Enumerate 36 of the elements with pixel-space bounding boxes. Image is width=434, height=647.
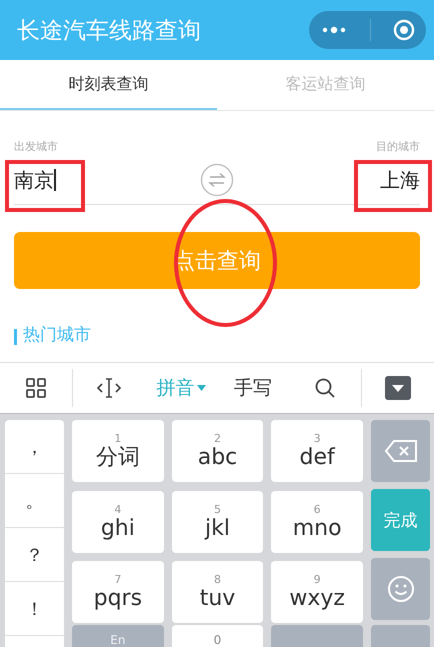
search-icon[interactable] — [314, 377, 336, 399]
backspace-icon — [384, 439, 418, 463]
keyboard-key[interactable]: 6 mno — [271, 490, 363, 553]
tab[interactable]: 时刻表查询 — [0, 60, 217, 110]
destination-city-field[interactable]: 上海 — [380, 166, 420, 194]
keyboard-key[interactable]: 0 — [172, 625, 264, 647]
departure-city-field[interactable]: 南京 — [14, 166, 56, 194]
keyboard-key[interactable]: 7 pqrs — [72, 561, 164, 624]
hide-keyboard-icon[interactable] — [385, 376, 411, 400]
keyboard-key[interactable]: 2 abc — [172, 420, 264, 482]
emoji-key[interactable] — [371, 558, 430, 620]
cursor-icon[interactable] — [96, 377, 122, 399]
keyboard-key[interactable]: 1 分词 — [72, 420, 164, 482]
keyboard-key[interactable]: 9 wxyz — [271, 561, 363, 624]
field-label: 出发城市 — [14, 139, 58, 154]
punctuation-key[interactable]: ？ — [5, 528, 64, 582]
keyboard-key[interactable]: 3 def — [271, 420, 363, 482]
capsule-menu[interactable] — [309, 11, 426, 49]
input-mode-tab[interactable]: 手写 — [234, 375, 272, 401]
keyboard-key[interactable]: 4 ghi — [72, 490, 164, 553]
punctuation-key[interactable]: ， — [5, 420, 64, 474]
keyboard-key[interactable]: 8 tuv — [172, 561, 264, 624]
keyboard-key[interactable]: 5 jkl — [172, 490, 264, 553]
more-icon[interactable] — [320, 25, 348, 35]
dropdown-caret-icon[interactable] — [196, 385, 206, 391]
window-title: 长途汽车线路查询 — [17, 16, 201, 46]
section-heading: 热门城市 — [23, 325, 91, 345]
heading-bar-icon — [14, 328, 17, 344]
field-label: 目的城市 — [376, 139, 420, 154]
swap-icon[interactable] — [200, 163, 234, 197]
punctuation-key[interactable]: ！ — [5, 582, 64, 636]
backspace-key[interactable] — [371, 420, 430, 482]
close-target-icon[interactable] — [393, 19, 415, 41]
smiley-icon — [386, 575, 414, 603]
grid-icon[interactable] — [25, 377, 47, 399]
punctuation-key[interactable]: 。 — [5, 474, 64, 528]
